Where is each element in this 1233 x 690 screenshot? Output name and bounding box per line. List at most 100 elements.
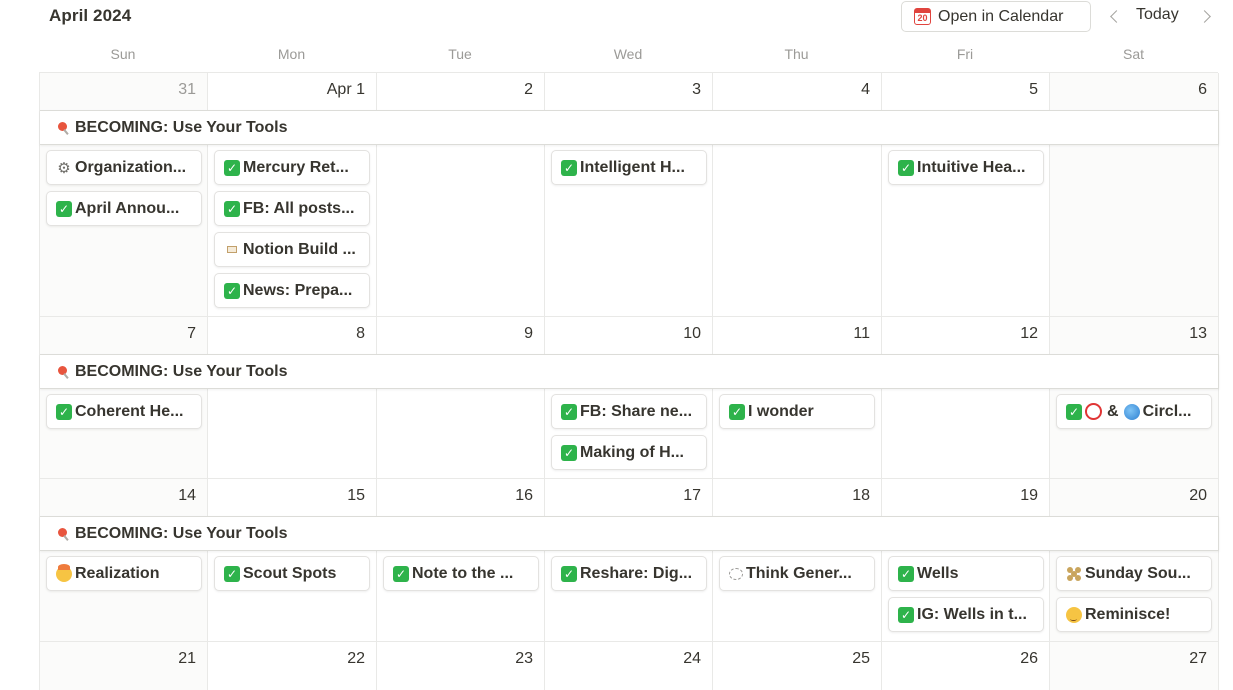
open-in-calendar-button[interactable]: 20 Open in Calendar (901, 1, 1091, 32)
pushpin-icon (55, 120, 71, 136)
event-title: Scout Spots (243, 564, 337, 582)
check-icon: ✓ (56, 403, 72, 420)
day-number: 24 (683, 650, 701, 667)
check-icon: ✓ (56, 200, 72, 217)
event-card[interactable]: Sunday Sou... (1056, 556, 1212, 591)
banner-label: BECOMING: Use Your Tools (75, 362, 288, 380)
check-icon: ✓ (898, 565, 914, 582)
event-card[interactable]: ✓ Making of H... (551, 435, 707, 470)
event-card[interactable]: ✓ Mercury Ret... (214, 150, 370, 185)
event-card[interactable]: ✓ Coherent He... (46, 394, 202, 429)
event-card[interactable]: ✓ Intuitive Hea... (888, 150, 1044, 185)
multi-day-event-banner[interactable]: BECOMING: Use Your Tools (40, 354, 1219, 389)
day-number: 16 (515, 487, 533, 504)
day-number: 20 (1189, 487, 1207, 504)
day-number: 15 (347, 487, 365, 504)
day-number: 10 (683, 325, 701, 342)
event-title: I wonder (748, 402, 814, 420)
day-number: 9 (524, 325, 533, 342)
event-card[interactable]: Reminisce! (1056, 597, 1212, 632)
day-number: 2 (524, 81, 533, 98)
event-card[interactable]: ✓ & Circl... (1056, 394, 1212, 429)
check-icon: ✓ (561, 565, 577, 582)
event-title: Note to the ... (412, 564, 514, 582)
event-card[interactable]: ✓ Intelligent H... (551, 150, 707, 185)
today-button[interactable]: Today (1130, 6, 1185, 24)
day-number: 7 (187, 325, 196, 342)
day-number: 17 (683, 487, 701, 504)
event-title: IG: Wells in t... (917, 605, 1027, 623)
day-number: 5 (1029, 81, 1038, 98)
event-title: Intuitive Hea... (917, 158, 1026, 176)
event-title: News: Prepa... (243, 281, 353, 299)
weekday-label: Tue (448, 46, 472, 62)
weekday-label: Wed (613, 46, 643, 62)
event-title: Reminisce! (1085, 605, 1171, 623)
event-title: Notion Build ... (243, 240, 356, 258)
calendar-grid: 31Apr 123456BECOMING: Use Your ToolsOrga… (39, 72, 1219, 690)
event-card[interactable]: Notion Build ... (214, 232, 370, 267)
day-number: 22 (347, 650, 365, 667)
check-icon: ✓ (393, 565, 409, 582)
weekday-label: Fri (956, 46, 974, 62)
event-title: Coherent He... (75, 402, 184, 420)
pushpin-icon (55, 364, 71, 380)
event-card[interactable]: Think Gener... (719, 556, 875, 591)
event-title: Think Gener... (746, 564, 852, 582)
multi-day-event-banner[interactable]: BECOMING: Use Your Tools (40, 110, 1219, 145)
banner-label: BECOMING: Use Your Tools (75, 524, 288, 542)
event-title: Circl... (1142, 402, 1192, 420)
event-title: April Annou... (75, 199, 180, 217)
day-number: Apr 1 (326, 81, 365, 98)
event-card[interactable]: ✓ Reshare: Dig... (551, 556, 707, 591)
pushpin-icon (55, 526, 71, 542)
event-card[interactable]: ✓ Wells (888, 556, 1044, 591)
day-number: 8 (356, 325, 365, 342)
month-title: April 2024 (49, 6, 132, 25)
check-icon: ✓ (561, 444, 577, 461)
day-number: 11 (853, 325, 870, 342)
weekday-label: Mon (277, 46, 306, 62)
day-number: 12 (1020, 325, 1038, 342)
event-title: Wells (917, 564, 959, 582)
check-icon: ✓ (898, 606, 914, 623)
day-number: 27 (1189, 650, 1207, 667)
chevron-right-icon (1197, 9, 1211, 23)
day-number: 19 (1020, 487, 1038, 504)
event-title: FB: All posts... (243, 199, 355, 217)
day-number: 21 (178, 650, 196, 667)
event-card[interactable]: Realization (46, 556, 202, 591)
mind-blown-icon (56, 563, 72, 582)
event-title: FB: Share ne... (580, 402, 693, 420)
day-number: 25 (852, 650, 870, 667)
ampersand: & (1107, 402, 1119, 420)
check-icon: ✓ (898, 159, 914, 176)
event-card[interactable]: Organization... (46, 150, 202, 185)
check-icon: ✓ (224, 159, 240, 176)
day-number: 18 (852, 487, 870, 504)
day-number: 31 (178, 81, 196, 98)
thought-bubble-icon (729, 567, 743, 580)
event-card[interactable]: ✓ News: Prepa... (214, 273, 370, 308)
next-month-button[interactable] (1196, 5, 1216, 27)
weekday-label: Thu (784, 46, 809, 62)
week-divider (40, 641, 1218, 642)
day-number: 6 (1198, 81, 1207, 98)
event-card[interactable]: ✓ April Annou... (46, 191, 202, 226)
multi-day-event-banner[interactable]: BECOMING: Use Your Tools (40, 516, 1219, 551)
event-card[interactable]: ✓ IG: Wells in t... (888, 597, 1044, 632)
event-card[interactable]: ✓ FB: Share ne... (551, 394, 707, 429)
event-card[interactable]: ✓ I wonder (719, 394, 875, 429)
previous-month-button[interactable] (1104, 5, 1124, 27)
event-card[interactable]: ✓ Note to the ... (383, 556, 539, 591)
event-card[interactable]: ✓ FB: All posts... (214, 191, 370, 226)
day-number: 14 (178, 487, 196, 504)
check-icon: ✓ (1066, 403, 1082, 420)
ring-icon (1085, 403, 1102, 420)
calendar-icon: 20 (914, 8, 931, 25)
check-icon: ✓ (224, 282, 240, 299)
week-divider (40, 316, 1218, 317)
event-card[interactable]: ✓ Scout Spots (214, 556, 370, 591)
event-title: Reshare: Dig... (580, 564, 693, 582)
check-icon: ✓ (224, 200, 240, 217)
